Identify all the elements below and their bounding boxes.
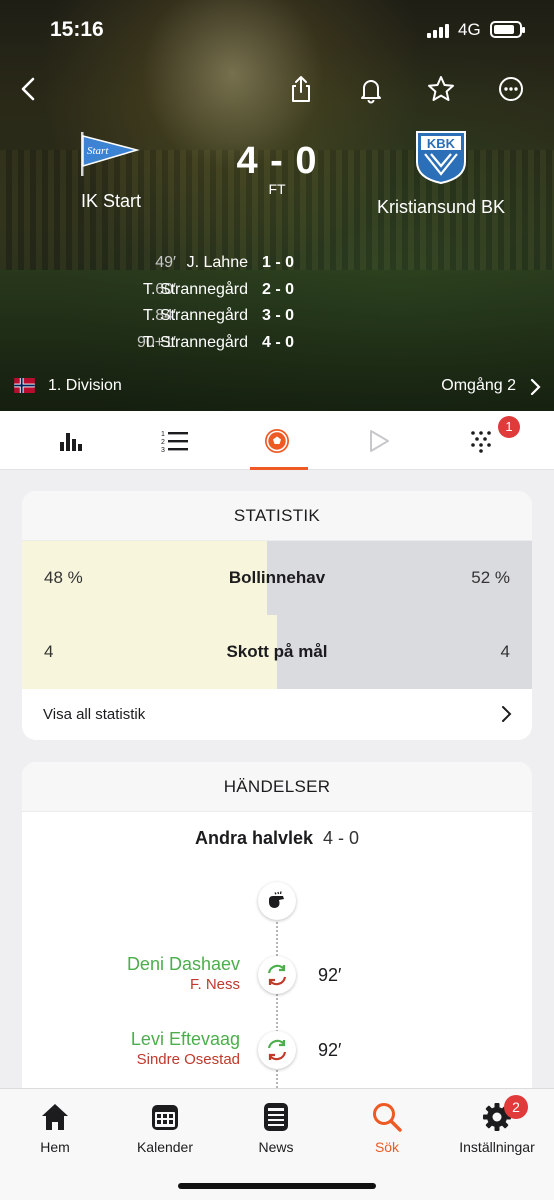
league-name: 1. Division bbox=[48, 377, 122, 394]
period-header: Andra halvlek 4 - 0 bbox=[22, 828, 532, 849]
nav-calendar[interactable]: Kalender bbox=[110, 1099, 220, 1155]
svg-text:2: 2 bbox=[161, 439, 165, 446]
nav-news[interactable]: News bbox=[221, 1099, 331, 1155]
substitution-icon bbox=[258, 1031, 296, 1069]
bar-chart-icon bbox=[60, 432, 82, 451]
player-out: F. Ness bbox=[189, 976, 240, 993]
goal-row: 84′ T. Strannegård 3 - 0 bbox=[143, 307, 295, 324]
events-card: HÄNDELSER Andra halvlek 4 - 0 Deni Dashae… bbox=[22, 762, 532, 1122]
goal-row: 90+1′ T. Strannegård 4 - 0 bbox=[136, 333, 295, 351]
numbered-list-icon: 123 bbox=[161, 431, 188, 454]
nav-label: Sök bbox=[374, 1139, 400, 1155]
show-all-stats-button[interactable]: Visa all statistik bbox=[22, 689, 532, 739]
nav-label: News bbox=[258, 1139, 294, 1155]
substitution-event[interactable]: Deni Dashaev F. Ness 92′ bbox=[22, 954, 532, 1000]
stats-title: STATISTIK bbox=[22, 491, 532, 541]
svg-text:KBK: KBK bbox=[427, 136, 456, 151]
round-label: Omgång 2 bbox=[441, 377, 516, 394]
stat-row-shots-on-target: 4 Skott på mål 4 bbox=[22, 615, 532, 689]
status-time: 15:16 bbox=[50, 18, 104, 41]
settings-badge: 2 bbox=[504, 1095, 528, 1119]
match-tabs: 123 1 bbox=[0, 411, 554, 470]
chevron-right-icon bbox=[502, 706, 512, 722]
stat-row-possession: 48 % Bollinnehav 52 % bbox=[22, 541, 532, 615]
tab-lineup[interactable]: 1 bbox=[426, 411, 536, 470]
goal-row: 49′ J. Lahne 1 - 0 bbox=[155, 254, 295, 271]
substitution-event[interactable]: Levi Eftevaag Sindre Osestad 92′ bbox=[22, 1029, 532, 1075]
nav-settings[interactable]: Inställningar 2 bbox=[442, 1095, 552, 1155]
player-in: Levi Eftevaag bbox=[130, 1029, 240, 1049]
substitution-icon bbox=[258, 956, 296, 994]
show-all-stats-label: Visa all statistik bbox=[43, 706, 146, 723]
battery-icon bbox=[490, 21, 525, 38]
nav-label: Hem bbox=[40, 1139, 70, 1155]
signal-icon bbox=[427, 23, 449, 38]
home-icon bbox=[42, 1104, 68, 1130]
period-name: Andra halvlek bbox=[194, 828, 313, 848]
league-row[interactable]: 1. Division Omgång 2 bbox=[0, 376, 554, 398]
period-score: 4 - 0 bbox=[323, 828, 360, 848]
back-icon[interactable] bbox=[14, 74, 44, 104]
football-icon bbox=[265, 428, 289, 453]
news-icon bbox=[264, 1103, 288, 1131]
event-minute: 92′ bbox=[318, 1040, 342, 1060]
away-team-name: Kristiansund BK bbox=[376, 197, 506, 217]
search-icon bbox=[373, 1103, 402, 1132]
stats-card: STATISTIK 48 % Bollinnehav 52 % 4 Skott … bbox=[22, 491, 532, 740]
svg-text:3: 3 bbox=[161, 447, 165, 454]
nav-label: Inställningar bbox=[459, 1139, 535, 1155]
kristiansund-logo: KBK bbox=[416, 131, 466, 184]
goal-list: 49′ J. Lahne 1 - 0 60′ T. Strannegård 2 - 0 … bbox=[0, 252, 554, 358]
stat-label: Skott på mål bbox=[226, 642, 328, 661]
share-icon[interactable] bbox=[286, 74, 316, 104]
goal-row: 60′ T. Strannegård 2 - 0 bbox=[143, 280, 295, 298]
svg-text:1: 1 bbox=[161, 431, 165, 438]
nav-home[interactable]: Hem bbox=[0, 1099, 110, 1155]
tab-match[interactable] bbox=[222, 411, 332, 470]
stat-away-value: 52 % bbox=[471, 568, 510, 587]
whistle-icon bbox=[258, 882, 296, 920]
events-title: HÄNDELSER bbox=[22, 762, 532, 812]
chevron-right-icon bbox=[530, 378, 541, 396]
norway-flag-icon bbox=[14, 378, 35, 393]
stat-label: Bollinnehav bbox=[228, 568, 326, 587]
tab-video[interactable] bbox=[324, 411, 434, 470]
network-type: 4G bbox=[458, 20, 481, 39]
tab-stats[interactable] bbox=[16, 411, 126, 470]
away-team[interactable]: KBK Kristiansund BK bbox=[366, 130, 516, 218]
nav-search[interactable]: Sök bbox=[332, 1099, 442, 1155]
bell-icon[interactable] bbox=[356, 74, 386, 104]
event-minute: 92′ bbox=[318, 965, 342, 985]
player-out: Sindre Osestad bbox=[136, 1051, 240, 1068]
lineup-icon bbox=[471, 430, 491, 453]
more-icon[interactable] bbox=[496, 74, 526, 104]
player-in: Deni Dashaev bbox=[126, 954, 240, 974]
nav-label: Kalender bbox=[136, 1139, 194, 1155]
stat-away-value: 4 bbox=[500, 642, 510, 661]
match-header: 15:16 4G Start IK Start 4 - 0 FT KBK Kri… bbox=[0, 0, 554, 411]
star-icon[interactable] bbox=[426, 74, 456, 104]
home-indicator bbox=[178, 1183, 376, 1189]
status-bar: 15:16 4G bbox=[0, 18, 554, 44]
play-icon bbox=[370, 429, 389, 452]
calendar-icon bbox=[152, 1105, 178, 1130]
lineup-badge: 1 bbox=[498, 416, 520, 438]
tab-table[interactable]: 123 bbox=[120, 411, 230, 470]
